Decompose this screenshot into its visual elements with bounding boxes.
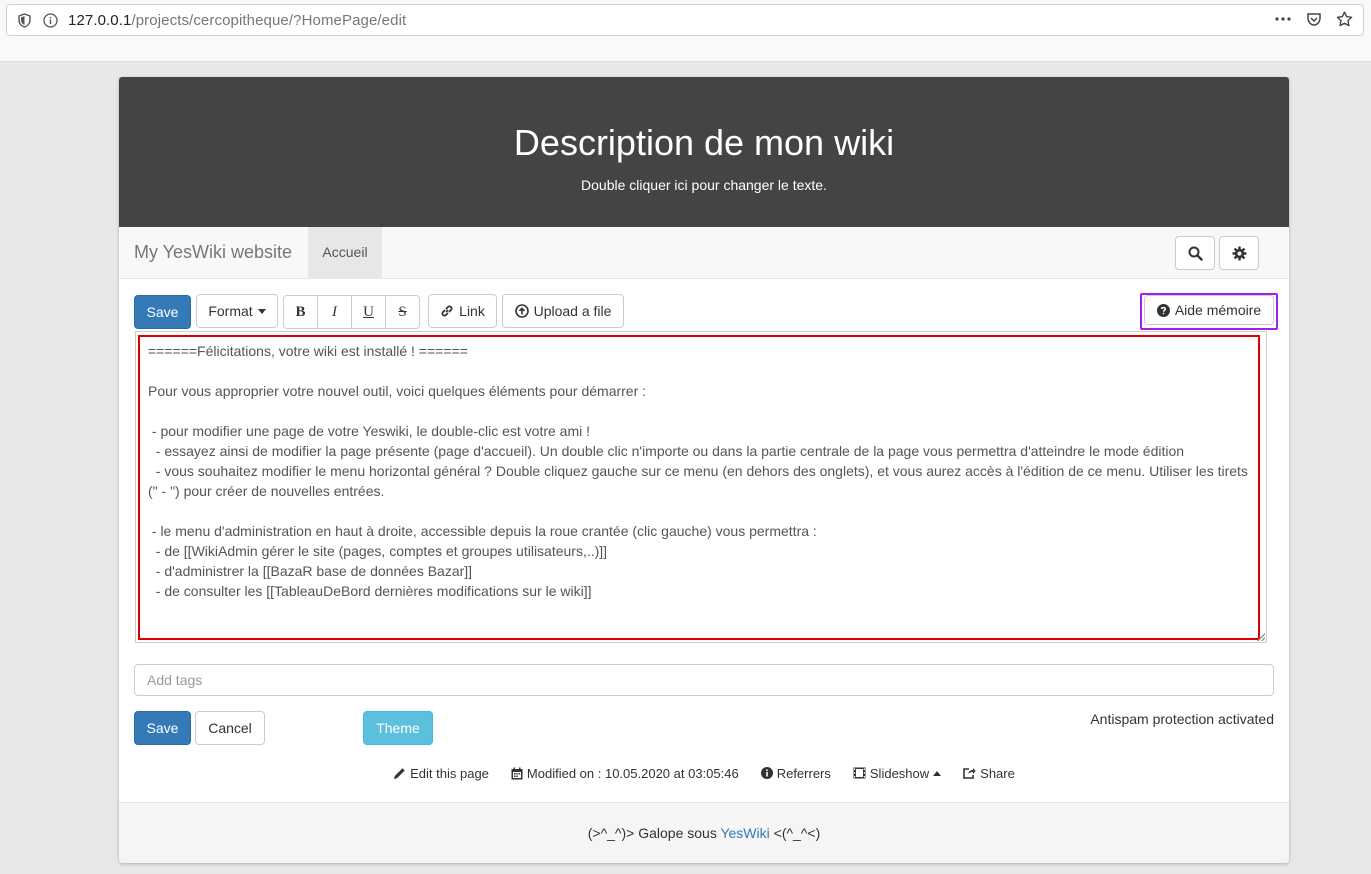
upload-label: Upload a file (533, 303, 612, 319)
caret-down-icon (257, 308, 266, 314)
link-button[interactable]: Link (428, 294, 497, 328)
cancel-button[interactable]: Cancel (195, 711, 265, 745)
search-icon (1188, 246, 1203, 261)
wiki-editor[interactable]: ======Félicitations, votre wiki est inst… (135, 331, 1267, 643)
upload-icon (514, 304, 529, 318)
theme-button[interactable]: Theme (363, 711, 433, 745)
format-label: Format (208, 303, 253, 319)
format-dropdown[interactable]: Format (196, 294, 278, 328)
share-label: Share (980, 765, 1015, 781)
antispam-notice: Antispam protection activated (1090, 711, 1274, 727)
settings-button[interactable] (1219, 236, 1259, 270)
save-button[interactable]: Save (134, 711, 191, 745)
edit-page-link[interactable]: Edit this page (393, 763, 489, 783)
bold-button[interactable]: B (283, 295, 318, 329)
save-button-top[interactable]: Save (134, 295, 191, 329)
pocket-icon[interactable] (1306, 11, 1322, 27)
site-footer: (>^_^)> Galope sous YesWiki <(^_^<) (119, 802, 1289, 863)
footer-suffix: <(^_^<) (769, 825, 821, 841)
caret-up-icon (933, 770, 942, 776)
share-icon (963, 767, 976, 779)
editor-textarea[interactable]: ======Félicitations, votre wiki est inst… (138, 335, 1260, 640)
calendar-icon (511, 767, 523, 780)
gear-icon (1231, 245, 1247, 261)
modified-label: Modified on : 10.05.2020 at 03:05:46 (526, 765, 739, 781)
url-path: /projects/cercopitheque/?HomePage/edit (131, 11, 407, 29)
banner-subtitle: Double cliquer ici pour changer le texte… (581, 177, 827, 193)
tags-input[interactable]: Add tags (134, 664, 1274, 696)
footer-prefix: (>^_^)> Galope sous (587, 825, 721, 841)
url-text[interactable]: 127.0.0.1/projects/cercopitheque/?HomePa… (68, 12, 406, 29)
bookmark-star-icon[interactable] (1336, 11, 1353, 27)
italic-button[interactable]: I (317, 295, 352, 329)
upload-file-button[interactable]: Upload a file (502, 294, 624, 328)
slideshow-dropdown[interactable]: Slideshow (853, 763, 942, 783)
top-navbar: My YesWiki website Accueil (119, 227, 1289, 279)
search-button[interactable] (1175, 236, 1215, 270)
resize-handle-icon[interactable] (1257, 633, 1265, 641)
page-card: Description de mon wiki Double cliquer i… (119, 77, 1289, 863)
modified-info[interactable]: Modified on : 10.05.2020 at 03:05:46 (511, 763, 739, 783)
aide-memoire-label: Aide mémoire (1174, 302, 1262, 318)
link-label: Link (459, 303, 485, 319)
referrers-link[interactable]: Referrers (760, 763, 831, 783)
site-brand[interactable]: My YesWiki website (134, 242, 292, 263)
aide-memoire-button[interactable]: Aide mémoire (1144, 295, 1274, 325)
info-icon[interactable] (42, 12, 58, 28)
referrers-label: Referrers (776, 765, 831, 781)
shield-icon[interactable] (16, 12, 32, 28)
nav-tab-accueil[interactable]: Accueil (308, 227, 382, 278)
info-circle-icon (760, 767, 773, 779)
link-icon (440, 304, 454, 318)
slideshow-label: Slideshow (869, 765, 930, 781)
banner[interactable]: Description de mon wiki Double cliquer i… (119, 77, 1289, 227)
text-style-group: B I U S (283, 295, 420, 329)
more-actions-icon[interactable] (1274, 11, 1292, 27)
banner-title: Description de mon wiki (513, 122, 895, 163)
underline-button[interactable]: U (351, 295, 386, 329)
address-bar[interactable]: 127.0.0.1/projects/cercopitheque/?HomePa… (6, 4, 1364, 36)
browser-toolbar: 127.0.0.1/projects/cercopitheque/?HomePa… (0, 0, 1371, 62)
page-actions-bar: Edit this page Modified on : 10.05.2020 … (119, 763, 1289, 783)
share-link[interactable]: Share (963, 763, 1015, 783)
film-icon (853, 767, 866, 779)
question-circle-icon (1156, 303, 1170, 317)
strikethrough-button[interactable]: S (385, 295, 420, 329)
yeswiki-link[interactable]: YesWiki (720, 825, 769, 841)
edit-page-label: Edit this page (410, 765, 489, 781)
pencil-icon (393, 767, 406, 780)
url-host: 127.0.0.1 (68, 11, 132, 29)
